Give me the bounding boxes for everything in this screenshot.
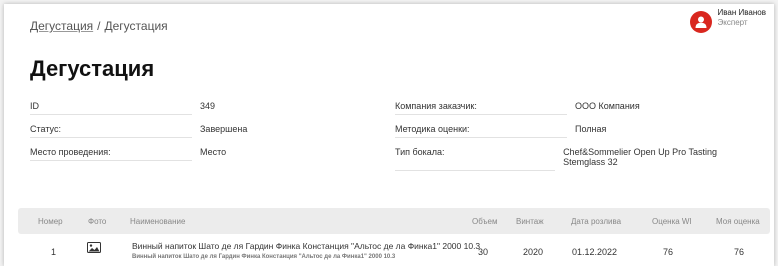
info-label: Компания заказчик: bbox=[395, 101, 575, 115]
info-row: ID 349 Компания заказчик: ООО Компания bbox=[30, 101, 760, 124]
tasting-info: ID 349 Компания заказчик: ООО Компания С… bbox=[30, 101, 760, 171]
column-bottling-date[interactable]: Дата розлива bbox=[571, 217, 621, 226]
page-title: Дегустация bbox=[30, 56, 155, 81]
info-value: 349 bbox=[200, 101, 216, 111]
info-label: Статус: bbox=[30, 124, 200, 138]
column-photo: Фото bbox=[88, 217, 107, 226]
info-field-location: Место проведения: Место bbox=[30, 147, 395, 161]
info-value: Завершена bbox=[200, 124, 248, 134]
breadcrumb-separator: / bbox=[97, 19, 101, 33]
avatar[interactable] bbox=[689, 11, 712, 33]
column-volume[interactable]: Объем bbox=[472, 217, 498, 226]
info-field-status: Статус: Завершена bbox=[30, 124, 395, 138]
info-label: Тип бокала: bbox=[395, 147, 563, 171]
info-field-id: ID 349 bbox=[30, 101, 395, 115]
column-wi-score[interactable]: Оценка WI bbox=[652, 217, 692, 226]
user-menu[interactable]: Иван Иванов Эксперт bbox=[689, 8, 766, 33]
table-header: Номер Фото Наименование Объем Винтаж Дат… bbox=[18, 208, 770, 234]
row-volume: 30 bbox=[478, 247, 489, 257]
info-row: Место проведения: Место Тип бокала: Chef… bbox=[30, 147, 760, 171]
breadcrumb: Дегустация / Дегустация bbox=[30, 19, 168, 33]
info-field-customer: Компания заказчик: ООО Компания bbox=[395, 101, 760, 115]
column-number[interactable]: Номер bbox=[38, 217, 63, 226]
info-value: Chef&Sommelier Open Up Pro Tasting Stemg… bbox=[563, 147, 717, 167]
row-vintage: 2020 bbox=[523, 247, 544, 257]
image-icon[interactable] bbox=[87, 242, 101, 253]
user-info: Иван Иванов Эксперт bbox=[718, 8, 766, 28]
info-value: Полная bbox=[575, 124, 607, 134]
info-field-glass: Тип бокала: Chef&Sommelier Open Up Pro T… bbox=[395, 147, 760, 171]
row-bottling-date: 01.12.2022 bbox=[572, 247, 618, 257]
row-wi-score: 76 bbox=[663, 247, 674, 257]
user-name: Иван Иванов bbox=[717, 8, 766, 17]
user-role: Эксперт bbox=[717, 18, 748, 27]
row-name[interactable]: Винный напиток Шато де ля Гардин Финка К… bbox=[132, 241, 480, 251]
row-my-score: 76 bbox=[734, 247, 745, 257]
table-row[interactable]: 1 Винный напиток Шато де ля Гардин Финка… bbox=[18, 236, 770, 266]
info-label: Место проведения: bbox=[30, 147, 200, 161]
info-row: Статус: Завершена Методика оценки: Полна… bbox=[30, 124, 760, 147]
info-label: ID bbox=[30, 101, 200, 115]
user-icon bbox=[695, 16, 707, 28]
info-value: ООО Компания bbox=[575, 101, 640, 111]
column-my-score[interactable]: Моя оценка bbox=[716, 217, 760, 226]
column-name[interactable]: Наименование bbox=[130, 217, 185, 226]
page-container: Дегустация / Дегустация Иван Иванов Экспер… bbox=[4, 4, 774, 266]
info-value: Место bbox=[200, 147, 227, 157]
breadcrumb-current: Дегустация bbox=[104, 19, 168, 33]
info-field-method: Методика оценки: Полная bbox=[395, 124, 760, 138]
breadcrumb-link-tasting[interactable]: Дегустация bbox=[30, 19, 93, 33]
row-number: 1 bbox=[51, 247, 57, 257]
column-vintage[interactable]: Винтаж bbox=[516, 217, 544, 226]
row-name-subtitle: Винный напиток Шато де ля Гардин Финка К… bbox=[132, 254, 396, 260]
info-label: Методика оценки: bbox=[395, 124, 575, 138]
